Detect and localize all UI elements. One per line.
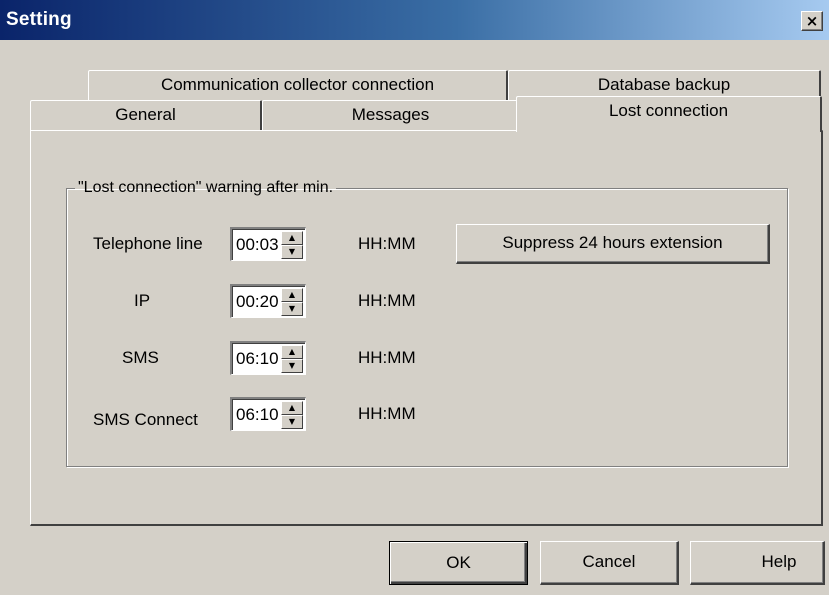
tab-label: Communication collector connection — [160, 75, 435, 94]
sms-connect-label: SMS Connect — [93, 410, 198, 429]
tab-lost-connection[interactable]: Lost connection — [516, 96, 822, 132]
ip-label: IP — [134, 291, 151, 310]
sms-connect-spinbox[interactable]: 06:10 ▲ ▼ — [230, 397, 306, 431]
tab-messages[interactable]: Messages — [262, 100, 520, 130]
sms-value[interactable]: 06:10 — [236, 349, 279, 369]
telephone-line-label: Telephone line — [93, 234, 203, 253]
tab-panel-lost-connection: "Lost connection" warning after min. Tel… — [30, 130, 823, 526]
close-button[interactable]: × — [801, 11, 823, 31]
tab-label: General — [115, 105, 176, 124]
ok-label: OK — [446, 553, 471, 572]
tab-label: Messages — [351, 105, 430, 124]
cancel-label: Cancel — [582, 552, 636, 571]
telephone-line-spinbox[interactable]: 00:03 ▲ ▼ — [230, 227, 306, 261]
ip-spinner[interactable]: ▲ ▼ — [281, 288, 303, 316]
sms-unit: HH:MM — [358, 348, 416, 367]
spin-down-icon[interactable]: ▼ — [281, 245, 303, 259]
tab-label: Lost connection — [608, 101, 729, 120]
group-legend: "Lost connection" warning after min. — [78, 179, 334, 196]
ip-spinbox[interactable]: 00:20 ▲ ▼ — [230, 284, 306, 318]
tab-label: Database backup — [597, 75, 731, 94]
spin-down-icon[interactable]: ▼ — [281, 302, 303, 316]
telephone-line-spinner[interactable]: ▲ ▼ — [281, 231, 303, 259]
ok-button[interactable]: OK — [389, 541, 528, 585]
tab-general[interactable]: General — [30, 100, 262, 130]
spin-down-icon[interactable]: ▼ — [281, 415, 303, 429]
spin-up-icon[interactable]: ▲ — [281, 288, 303, 302]
title-bar: Setting × — [0, 0, 829, 40]
ip-unit: HH:MM — [358, 291, 416, 310]
sms-connect-spinner[interactable]: ▲ ▼ — [281, 401, 303, 429]
telephone-line-unit: HH:MM — [358, 234, 416, 253]
ip-value[interactable]: 00:20 — [236, 292, 279, 312]
telephone-line-value[interactable]: 00:03 — [236, 235, 279, 255]
cancel-button[interactable]: Cancel — [540, 541, 679, 585]
spin-up-icon[interactable]: ▲ — [281, 231, 303, 245]
spin-down-icon[interactable]: ▼ — [281, 359, 303, 373]
suppress-24-hours-label: Suppress 24 hours extension — [502, 233, 723, 252]
sms-label: SMS — [122, 348, 159, 367]
sms-connect-value[interactable]: 06:10 — [236, 405, 279, 425]
help-button[interactable]: Help — [690, 541, 825, 585]
spin-up-icon[interactable]: ▲ — [281, 401, 303, 415]
sms-spinner[interactable]: ▲ ▼ — [281, 345, 303, 373]
window-title: Setting — [6, 9, 72, 30]
help-label: Help — [761, 552, 797, 571]
tab-communication-collector-connection[interactable]: Communication collector connection — [88, 70, 508, 100]
suppress-24-hours-button[interactable]: Suppress 24 hours extension — [456, 224, 770, 264]
close-icon: × — [805, 12, 819, 30]
sms-spinbox[interactable]: 06:10 ▲ ▼ — [230, 341, 306, 375]
spin-up-icon[interactable]: ▲ — [281, 345, 303, 359]
sms-connect-unit: HH:MM — [358, 404, 416, 423]
